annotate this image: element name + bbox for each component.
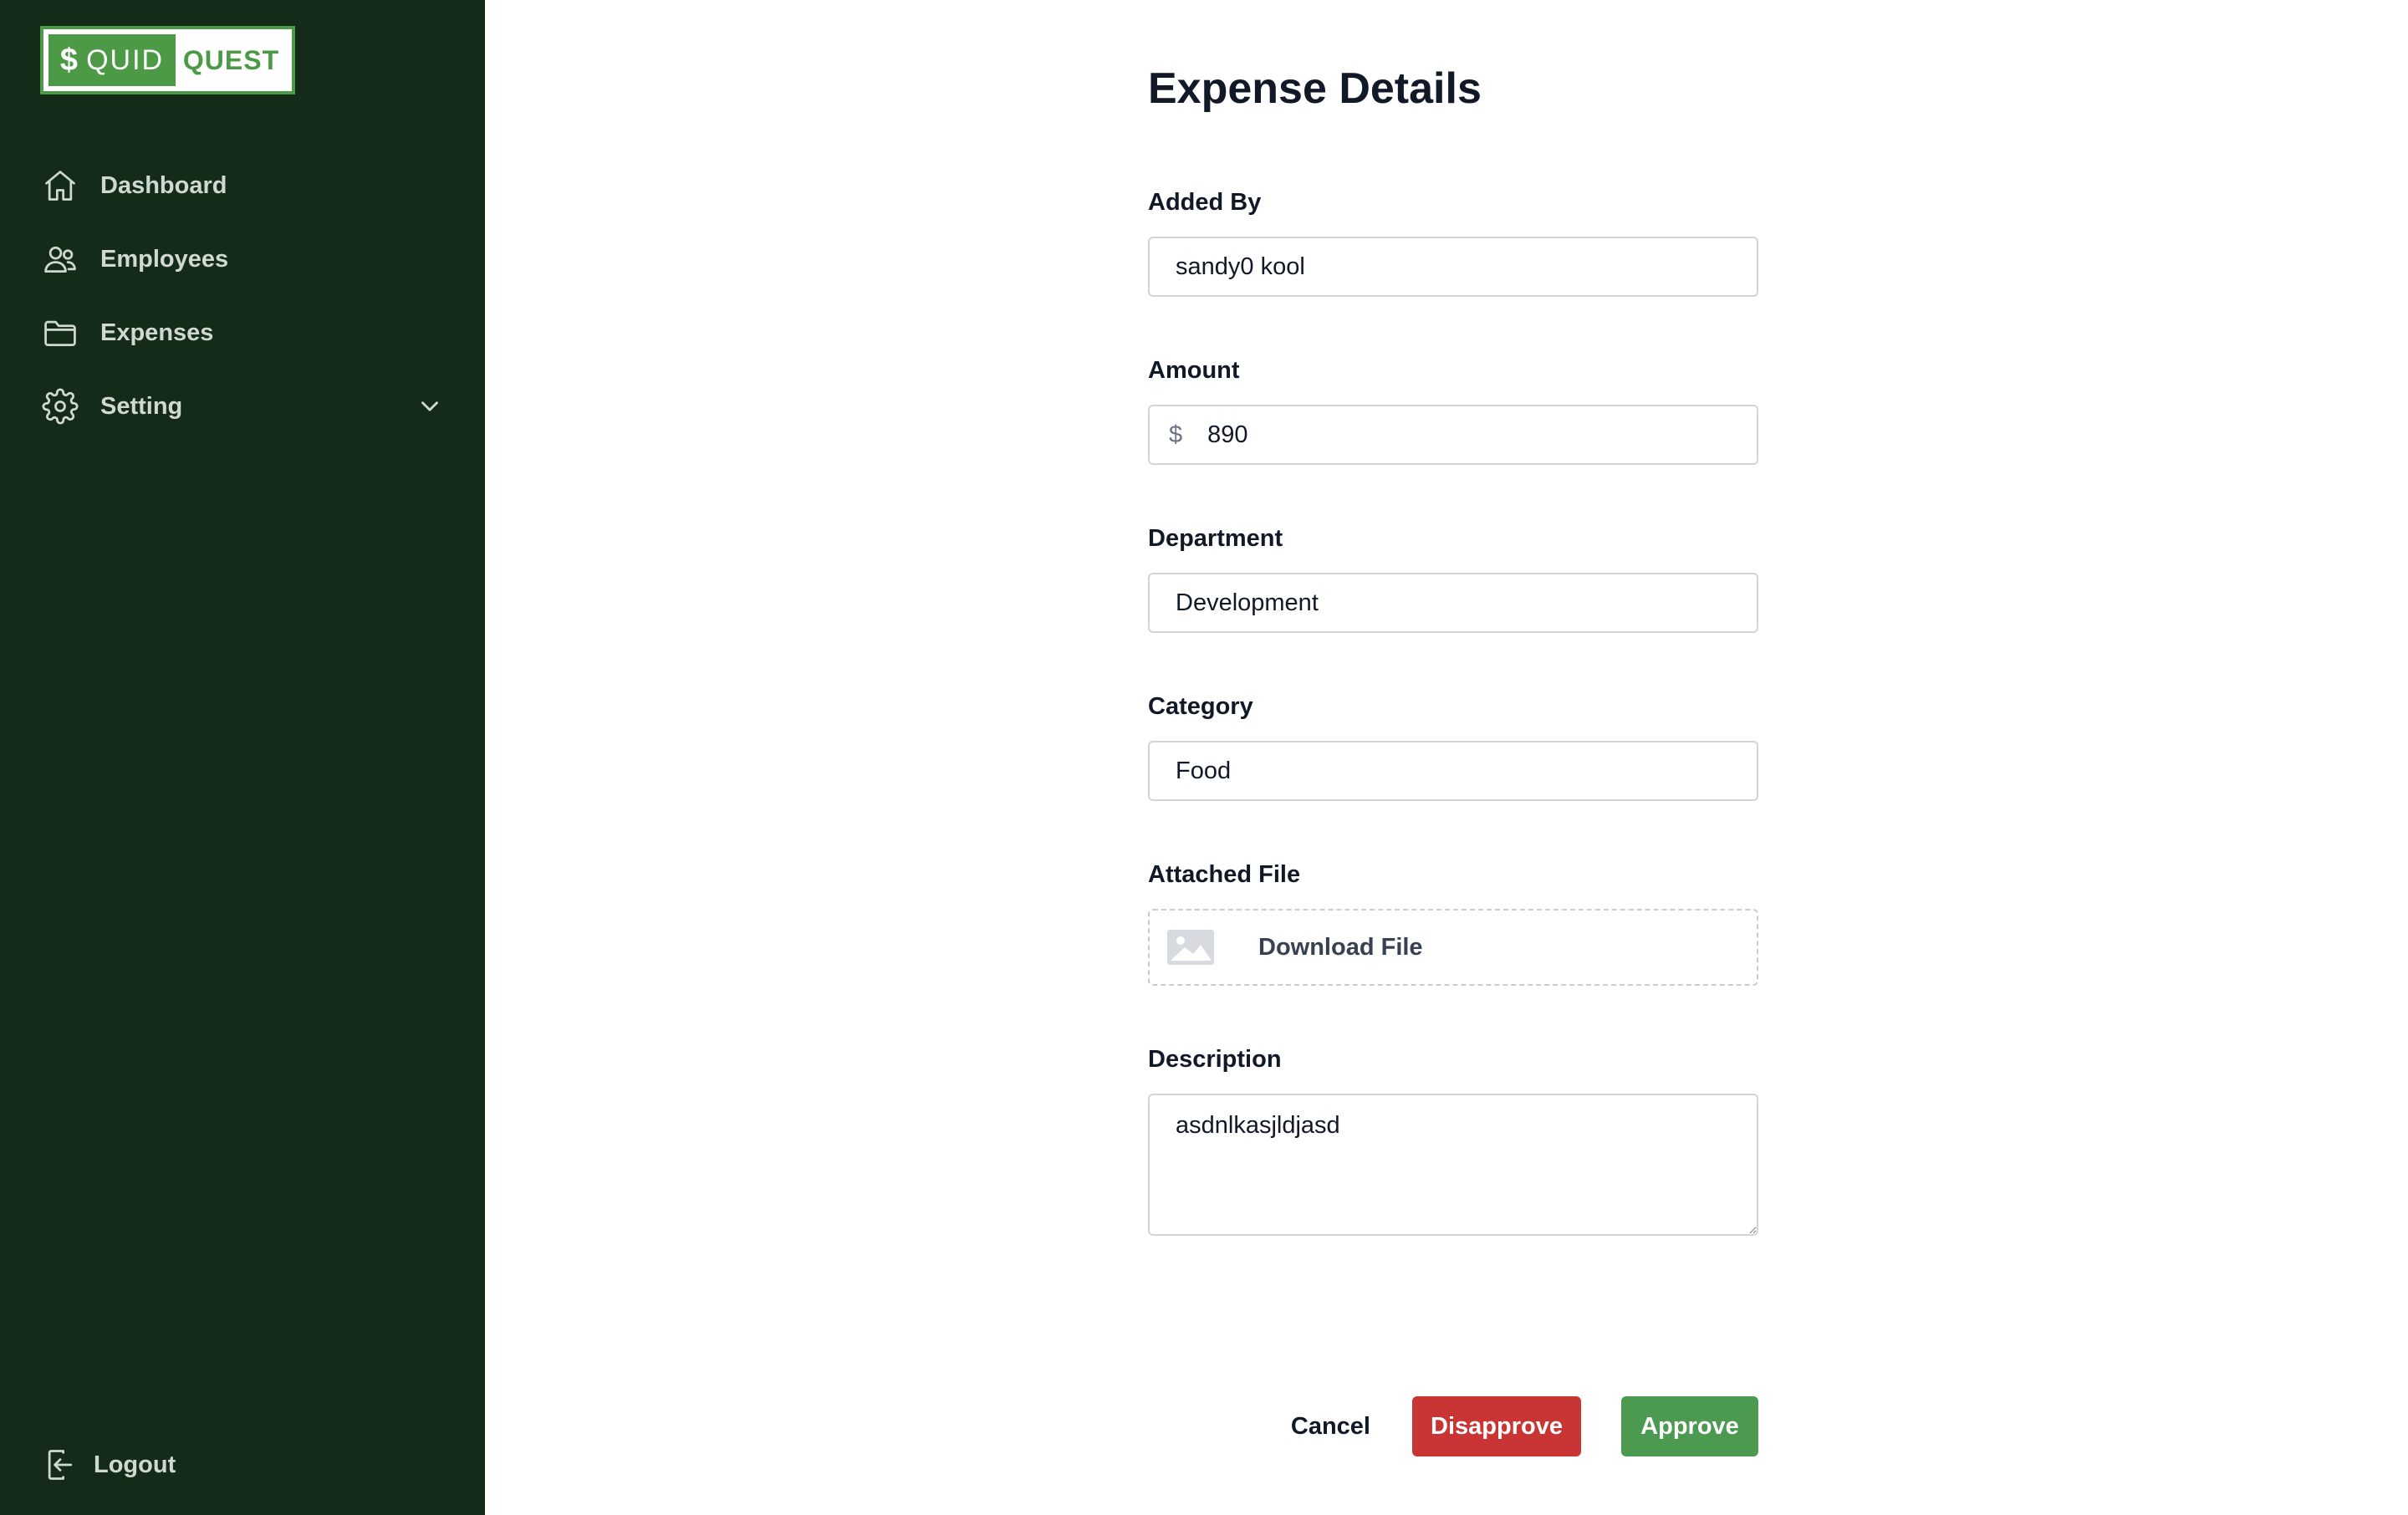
category-value: Food [1176, 757, 1232, 784]
sidebar-item-employees[interactable]: Employees [40, 222, 446, 296]
chevron-down-icon[interactable] [413, 390, 446, 423]
sidebar: $ QUID QUEST Dashboard Employees Expense… [0, 0, 485, 1515]
department-field[interactable]: Development [1148, 573, 1758, 633]
form-actions: Cancel Disapprove Approve [1271, 1396, 1758, 1456]
sidebar-item-dashboard[interactable]: Dashboard [40, 149, 446, 222]
page-title: Expense Details [1148, 64, 1482, 113]
logo-dollar: $ [59, 42, 80, 78]
gear-icon [40, 386, 80, 426]
sidebar-nav: Dashboard Employees Expenses Setting [40, 149, 446, 443]
department-label: Department [1148, 525, 1283, 552]
category-field[interactable]: Food [1148, 741, 1758, 801]
sidebar-item-label: Dashboard [100, 171, 227, 199]
users-icon [40, 239, 80, 279]
download-file-label: Download File [1258, 933, 1423, 961]
added-by-label: Added By [1148, 189, 1262, 216]
logout-label: Logout [94, 1451, 176, 1478]
sidebar-item-label: Setting [100, 392, 183, 420]
sidebar-item-label: Employees [100, 245, 229, 273]
amount-label: Amount [1148, 357, 1240, 384]
added-by-field[interactable]: sandy0 kool [1148, 237, 1758, 297]
cancel-button[interactable]: Cancel [1271, 1396, 1390, 1456]
category-label: Category [1148, 693, 1253, 720]
image-icon [1167, 930, 1214, 965]
logout-button[interactable]: Logout [40, 1435, 176, 1495]
sidebar-item-setting[interactable]: Setting [40, 370, 446, 443]
amount-value: 890 [1207, 421, 1248, 448]
home-icon [40, 166, 80, 206]
main-content: Expense Details Added By sandy0 kool Amo… [485, 0, 2408, 1515]
folder-icon [40, 313, 80, 353]
amount-field[interactable]: $ 890 [1148, 405, 1758, 465]
description-textarea[interactable]: asdnlkasjldjasd [1148, 1094, 1758, 1236]
department-value: Development [1176, 589, 1319, 616]
approve-button[interactable]: Approve [1621, 1396, 1758, 1456]
logo-quid: $ QUID [48, 34, 176, 86]
description-label: Description [1148, 1046, 1282, 1073]
currency-prefix: $ [1169, 421, 1183, 448]
disapprove-button[interactable]: Disapprove [1412, 1396, 1581, 1456]
added-by-value: sandy0 kool [1176, 252, 1305, 280]
logo-right-text: QUEST [182, 44, 280, 75]
attached-file-label: Attached File [1148, 861, 1301, 888]
logo-left-text: QUID [86, 43, 165, 76]
brand-logo[interactable]: $ QUID QUEST [40, 26, 295, 94]
logout-icon [40, 1445, 80, 1485]
download-file-button[interactable]: Download File [1148, 909, 1758, 986]
sidebar-item-expenses[interactable]: Expenses [40, 296, 446, 370]
sidebar-item-label: Expenses [100, 319, 214, 346]
